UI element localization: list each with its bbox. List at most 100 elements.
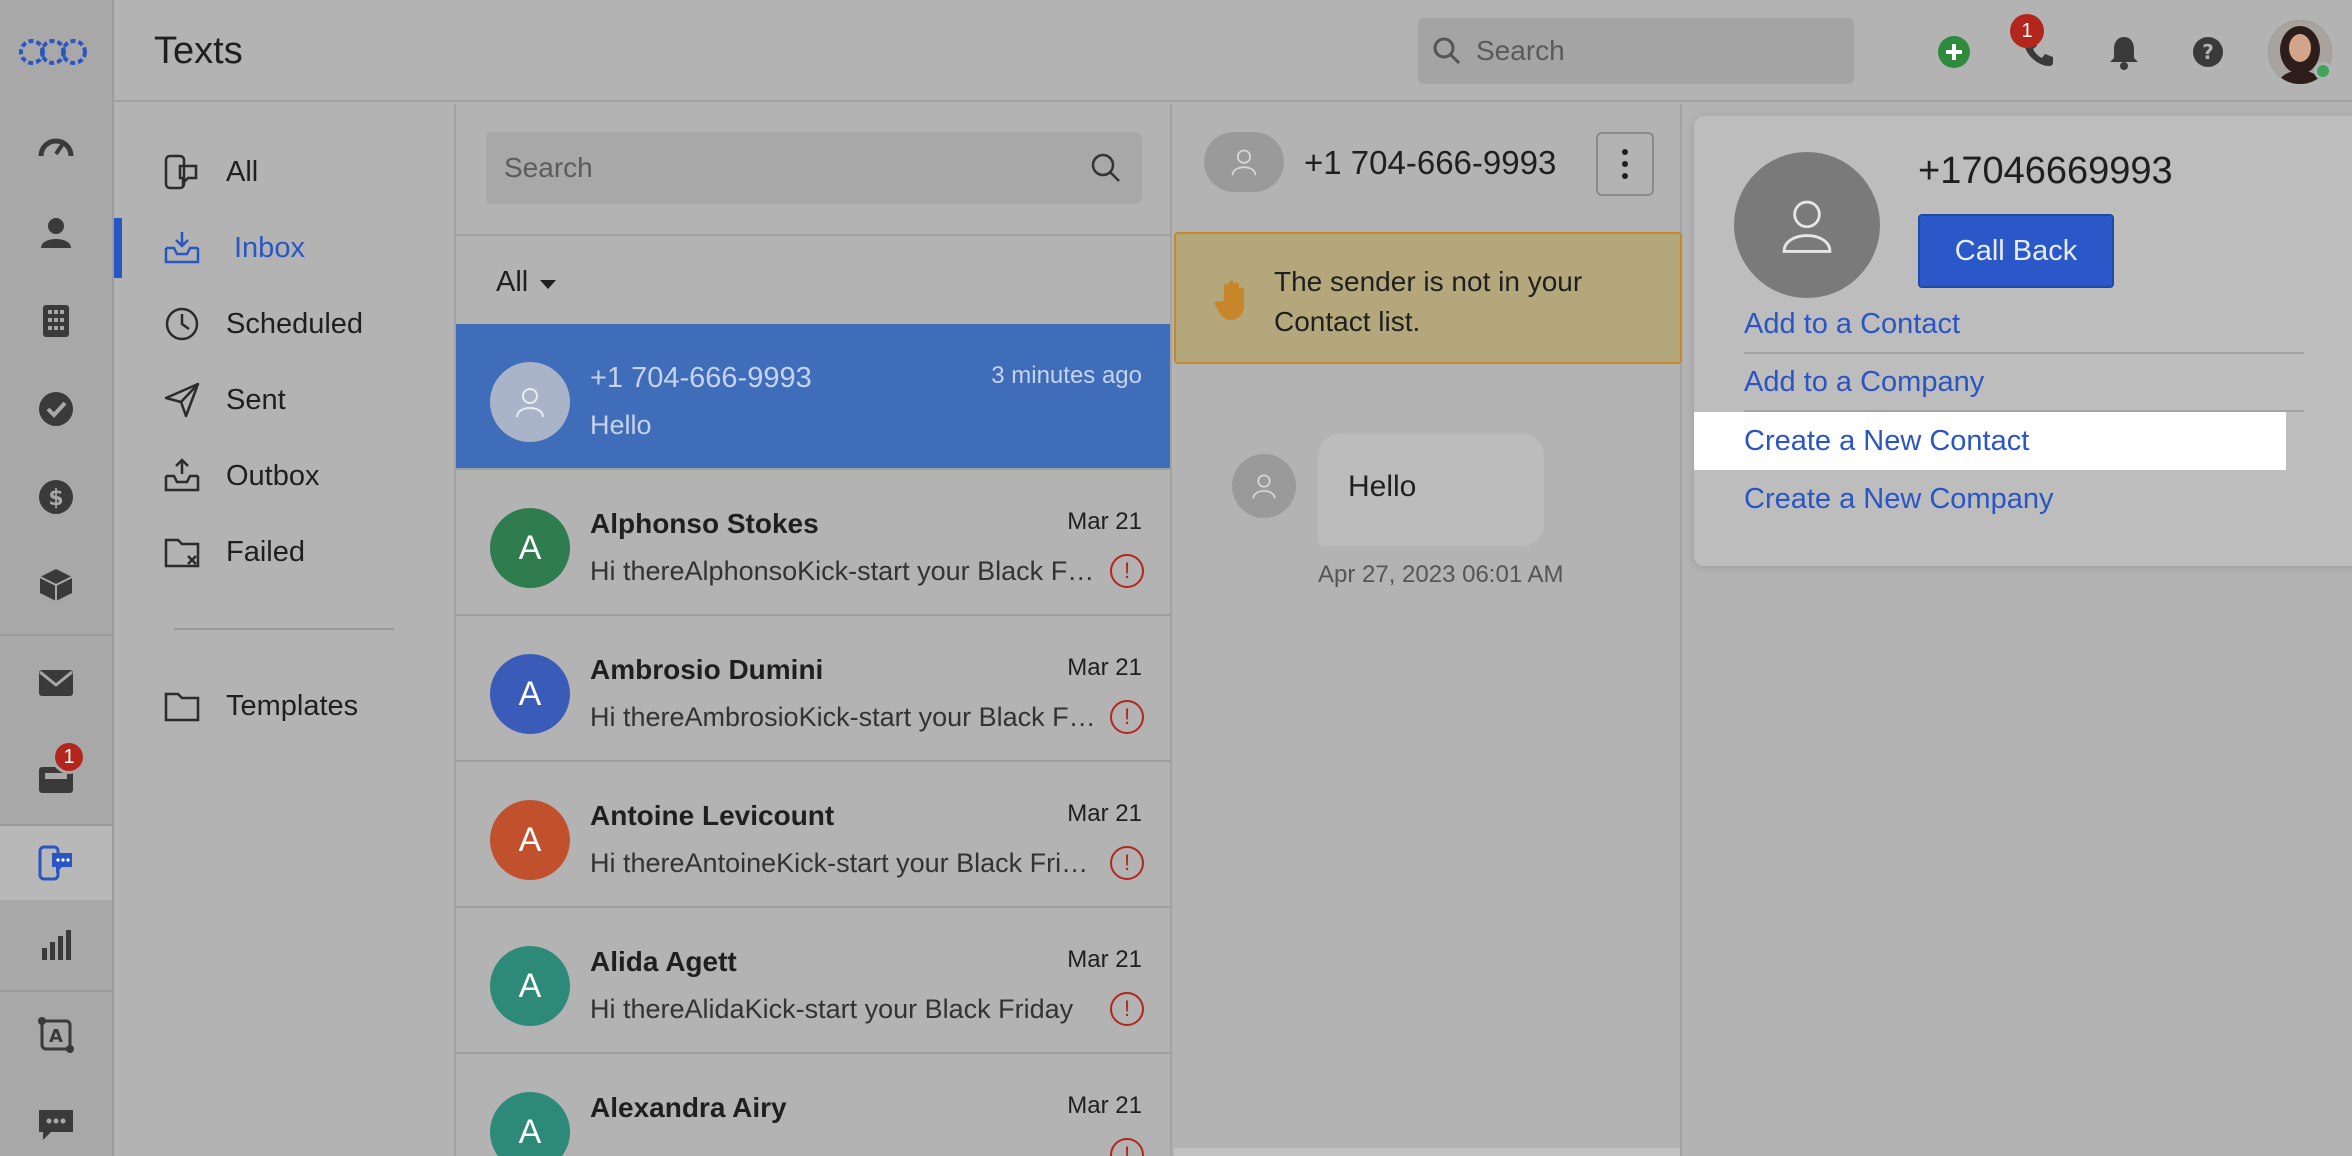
tasks-icon[interactable] [0, 372, 112, 446]
call-back-button[interactable]: Call Back [1918, 214, 2114, 288]
create-new-company-link[interactable]: Create a New Company [1694, 470, 2304, 528]
help-icon[interactable]: ? [2188, 32, 2228, 72]
error-icon[interactable]: ! [1110, 992, 1144, 1026]
folder-inbox[interactable]: Inbox [114, 218, 454, 278]
filter-dropdown[interactable]: All [496, 266, 528, 299]
conversation-time: Mar 21 [1067, 800, 1142, 827]
error-icon[interactable]: ! [1110, 1138, 1144, 1156]
avatar [1232, 454, 1296, 518]
error-icon[interactable]: ! [1110, 700, 1144, 734]
conversation-name: Alida Agett [590, 946, 737, 977]
folder-failed[interactable]: Failed [114, 522, 454, 582]
conversation-preview: Hi thereAlidaKick-start your Black Frida… [590, 994, 1074, 1024]
message-bubble: Hello [1318, 434, 1544, 546]
folder-label: Outbox [226, 459, 320, 492]
notice-text: The sender is not in your Contact list. [1274, 266, 1583, 337]
contact-card: +17046669993 Call Back Add to a Contact … [1694, 116, 2352, 566]
folder-sent[interactable]: Sent [114, 370, 454, 430]
error-icon[interactable]: ! [1110, 846, 1144, 880]
conversation-row[interactable]: A Alida Agett Mar 21 Hi thereAlidaKick-s… [456, 908, 1170, 1054]
message-timestamp: Apr 27, 2023 06:01 AM [1318, 561, 1564, 588]
inbox-tray-icon [162, 228, 202, 268]
folder-scheduled[interactable]: Scheduled [114, 294, 454, 354]
hand-stop-icon [1214, 278, 1252, 322]
conversation-row[interactable]: A Alphonso Stokes Mar 21 Hi thereAlphons… [456, 470, 1170, 616]
notification-badge: 1 [2010, 14, 2044, 48]
contacts-icon[interactable] [0, 196, 112, 270]
conversation-time: Mar 21 [1067, 508, 1142, 535]
conversation-row[interactable]: A Antoine Levicount Mar 21 Hi thereAntoi… [456, 762, 1170, 908]
search-icon[interactable] [1090, 152, 1122, 184]
folder-outbox[interactable]: Outbox [114, 446, 454, 506]
error-icon[interactable]: ! [1110, 554, 1144, 588]
add-to-contact-link[interactable]: Add to a Contact [1744, 296, 2304, 354]
products-icon[interactable] [0, 548, 112, 622]
avatar [490, 362, 570, 442]
email-icon[interactable] [0, 646, 112, 720]
inbox-badge: 1 [52, 740, 86, 774]
search-icon [1432, 36, 1462, 66]
bell-icon[interactable] [2104, 32, 2144, 72]
avatar: A [490, 800, 570, 880]
companies-icon[interactable] [0, 284, 112, 358]
folder-templates[interactable]: Templates [114, 676, 454, 736]
conversation-list: Search All +1 704-666-9993 3 minutes ago… [456, 104, 1172, 1156]
folder-all[interactable]: All [114, 142, 454, 202]
clock-icon [162, 304, 202, 344]
top-header: Texts Search [114, 0, 2352, 102]
folder-label: Sent [226, 383, 286, 416]
conversation-preview: Hi thereAlphonsoKick-start your Black Fr… [590, 556, 1102, 586]
add-icon[interactable] [1934, 32, 1974, 72]
avatar: A [490, 654, 570, 734]
send-icon [162, 380, 202, 420]
avatar [1204, 132, 1284, 192]
conversation-row[interactable]: +1 704-666-9993 3 minutes ago Hello [456, 324, 1170, 470]
folder-nav: All Inbox Scheduled Sent Outbox Failed T… [114, 104, 456, 1156]
dashboard-icon[interactable] [0, 110, 112, 184]
conversation-row[interactable]: A Ambrosio Dumini Mar 21 Hi thereAmbrosi… [456, 616, 1170, 762]
folder-label: All [226, 155, 259, 188]
conversation-time: 3 minutes ago [991, 362, 1142, 389]
folder-label: Inbox [234, 231, 305, 264]
conversation-time: Mar 21 [1067, 654, 1142, 681]
deals-icon[interactable]: $ [0, 460, 112, 534]
chevron-down-icon[interactable] [540, 280, 556, 289]
logo-icon[interactable] [18, 30, 88, 74]
chat-icon[interactable] [0, 1088, 112, 1156]
conversation-row[interactable]: A Alexandra Airy Mar 21 ! [456, 1054, 1170, 1156]
svg-text:?: ? [2202, 40, 2214, 64]
add-to-company-link[interactable]: Add to a Company [1744, 354, 2304, 412]
conversation-name: Ambrosio Dumini [590, 654, 824, 685]
rail-divider [0, 990, 112, 992]
thread-phone-number: +1 704-666-9993 [1304, 144, 1557, 181]
more-options-button[interactable] [1596, 132, 1654, 196]
automation-icon[interactable]: A [0, 998, 112, 1072]
conversation-name: Alphonso Stokes [590, 508, 819, 539]
thread-header: +1 704-666-9993 [1172, 104, 1680, 230]
folder-label: Templates [226, 689, 359, 722]
folder-label: Scheduled [226, 307, 364, 340]
svg-text:$: $ [48, 486, 63, 511]
contact-phone-number: +17046669993 [1918, 150, 2173, 192]
global-search-placeholder: Search [1476, 35, 1565, 66]
outbox-tray-icon [162, 456, 202, 496]
conversation-search-input[interactable]: Search [486, 132, 1142, 204]
avatar: A [490, 508, 570, 588]
reports-icon[interactable] [0, 908, 112, 982]
conversation-name: +1 704-666-9993 [590, 362, 812, 394]
folder-label: Failed [226, 535, 305, 568]
all-texts-icon [162, 152, 202, 192]
texts-icon[interactable] [0, 826, 112, 900]
conversation-name: Alexandra Airy [590, 1092, 787, 1123]
conversation-name: Antoine Levicount [590, 800, 835, 831]
conversation-time: Mar 21 [1067, 1092, 1142, 1119]
folder-icon [162, 686, 202, 726]
avatar: A [490, 1092, 570, 1156]
unknown-sender-notice: The sender is not in your Contact list. [1174, 232, 1682, 364]
message-text: Hello [1348, 470, 1417, 503]
composer-edge [1174, 1148, 1680, 1156]
global-search-input[interactable]: Search [1418, 18, 1854, 84]
create-new-contact-link[interactable]: Create a New Contact [1694, 412, 2286, 470]
avatar [1734, 152, 1880, 298]
filter-bar: All [456, 234, 1170, 326]
